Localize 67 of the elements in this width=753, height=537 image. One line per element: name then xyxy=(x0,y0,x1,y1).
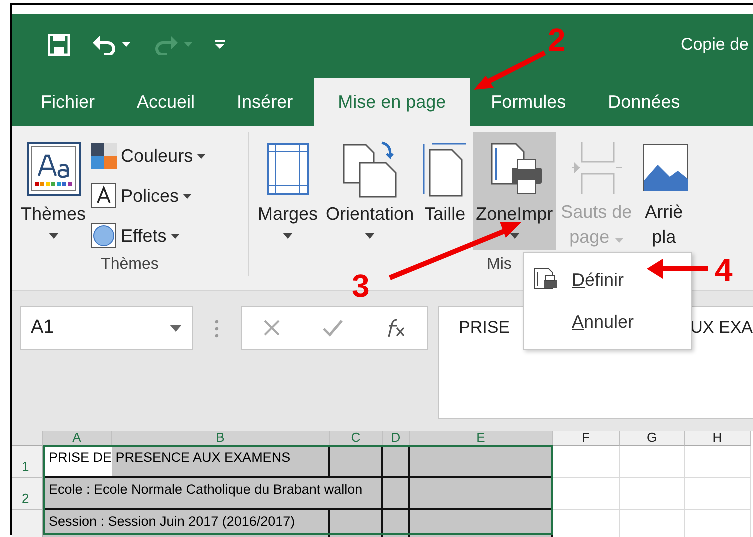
ribbon-button[interactable]: Marges xyxy=(255,132,322,250)
redo-icon[interactable] xyxy=(153,34,180,54)
annotation-arrow xyxy=(645,258,710,280)
column-header[interactable]: E xyxy=(410,431,553,446)
ribbon-small-button[interactable]: Couleurs xyxy=(91,138,206,174)
ribbon-small-button[interactable]: Polices xyxy=(91,178,206,214)
column-header[interactable]: D xyxy=(383,431,410,446)
check-icon[interactable] xyxy=(322,319,344,337)
row-header[interactable]: 1 xyxy=(12,446,43,478)
caret-icon xyxy=(122,42,132,47)
step-number: 2 xyxy=(548,24,566,56)
column-header[interactable]: A xyxy=(43,431,112,446)
ribbon-tab[interactable]: Accueil xyxy=(116,78,216,126)
ribbon-button[interactable]: Orientation xyxy=(323,132,418,250)
ribbon-button[interactable]: Thèmes xyxy=(18,132,90,250)
grid-cell xyxy=(553,478,620,510)
color-swatch-icon xyxy=(91,143,118,169)
ribbon-tab[interactable]: Mise en page xyxy=(314,78,470,126)
grid-cell xyxy=(620,478,685,510)
circle-effect-icon xyxy=(91,223,118,249)
menu-item[interactable]: Définir xyxy=(524,259,630,301)
page-margins-icon xyxy=(266,142,310,196)
page-orientation-icon xyxy=(342,139,398,199)
cell-text: PRISE DE PRESENCE AUX EXAMENS xyxy=(49,450,291,465)
row-header[interactable] xyxy=(12,510,43,537)
cell-text: Ecole : Ecole Normale Catholique du Brabant wallon xyxy=(49,482,363,497)
column-header[interactable]: G xyxy=(620,431,685,446)
formula-text: PRISE xyxy=(459,318,510,339)
column-header[interactable]: C xyxy=(330,431,383,446)
themes-icon xyxy=(26,142,81,196)
group-label: Thèmes xyxy=(101,256,159,275)
caret-icon xyxy=(197,154,206,158)
select-all-corner[interactable] xyxy=(12,431,43,446)
ribbon-button[interactable]: Arriè pla xyxy=(637,132,692,250)
ribbon-tab[interactable]: Données xyxy=(587,78,702,126)
ribbon-button[interactable]: ZoneImpr xyxy=(473,132,556,250)
caret-icon xyxy=(183,194,192,198)
group-label: Mis xyxy=(487,256,512,275)
cancel-icon[interactable] xyxy=(262,319,280,337)
column-header[interactable]: B xyxy=(112,431,330,446)
grid-cell xyxy=(685,446,751,478)
window-title: Copie de xyxy=(680,34,749,54)
ribbon-tab[interactable]: Insérer xyxy=(216,78,314,126)
cell-text: Session : Session Juin 2017 (2016/2017) xyxy=(49,514,296,529)
name-box[interactable]: A1 xyxy=(20,306,193,350)
step-number: 3 xyxy=(352,270,370,302)
page-break-icon xyxy=(570,140,624,196)
grid-cell xyxy=(685,478,751,510)
save-icon[interactable] xyxy=(48,34,70,56)
column-header[interactable]: H xyxy=(685,431,751,446)
ribbon-tab[interactable]: Formules xyxy=(470,78,588,126)
grip-icon xyxy=(215,320,219,338)
caret-icon xyxy=(170,324,182,332)
row-header[interactable]: 2 xyxy=(12,478,43,510)
customize-toolbar-icon[interactable] xyxy=(214,40,225,50)
ribbon-small-button[interactable]: Effets xyxy=(91,218,206,254)
ribbon-tab[interactable]: Fichier xyxy=(20,78,116,126)
grid-cell xyxy=(553,446,620,478)
formula-text: UX EXA xyxy=(690,318,753,339)
undo-icon[interactable] xyxy=(92,34,118,54)
grid-cell xyxy=(620,446,685,478)
caret-icon xyxy=(170,234,180,238)
font-icon xyxy=(91,183,118,209)
ribbon-button[interactable]: Taille xyxy=(419,132,472,250)
caret-icon xyxy=(184,42,193,47)
step-number: 4 xyxy=(715,254,733,286)
column-header[interactable]: F xyxy=(553,431,620,446)
